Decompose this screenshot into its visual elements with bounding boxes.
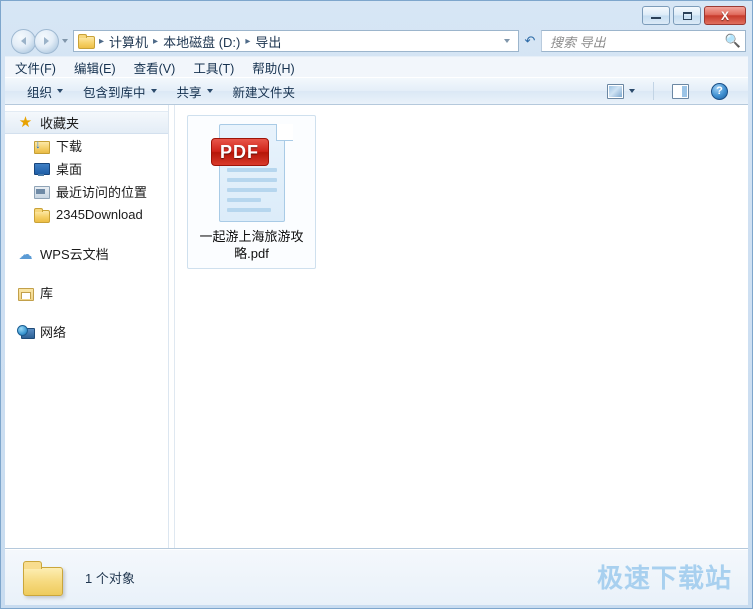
refresh-icon: ↶: [524, 33, 536, 48]
recent-places-icon: [33, 184, 50, 200]
folder-icon: [78, 34, 95, 49]
share-button[interactable]: 共享: [167, 79, 223, 104]
maximize-icon: [682, 11, 692, 20]
breadcrumb-current-folder[interactable]: 导出: [253, 32, 283, 51]
toolbar-divider: [653, 82, 654, 100]
sidebar-item-label: 桌面: [56, 162, 83, 177]
downloads-folder-icon: [33, 137, 50, 154]
back-button[interactable]: [11, 28, 36, 54]
close-icon: X: [720, 8, 729, 23]
cloud-icon: ☁: [18, 245, 33, 262]
toolbar-right-group: ?: [597, 80, 742, 103]
refresh-button[interactable]: ↶: [519, 30, 541, 52]
window-body: ★ 收藏夹 下载 桌面 最近访问的位置 2345Download: [5, 105, 748, 549]
title-bar: X: [5, 5, 748, 26]
sidebar-item-desktop[interactable]: 桌面: [5, 157, 168, 180]
address-dropdown-button[interactable]: [498, 39, 518, 43]
close-button[interactable]: X: [704, 6, 746, 25]
status-bar: 1 个对象 极速下载站: [5, 549, 748, 605]
breadcrumb-separator: ▸: [245, 35, 251, 47]
watermark-label: 极速下载站: [596, 563, 732, 593]
change-view-icon: [607, 83, 624, 99]
sidebar-item-downloads[interactable]: 下载: [5, 134, 168, 157]
search-input[interactable]: 搜索 导出: [550, 32, 606, 51]
file-item[interactable]: PDF 一起游上海旅游攻略.pdf: [187, 115, 316, 269]
sidebar-item-recent-places[interactable]: 最近访问的位置: [5, 180, 168, 203]
breadcrumb-separator: ▸: [153, 35, 159, 47]
breadcrumb-drive[interactable]: 本地磁盘 (D:): [161, 32, 242, 51]
sidebar-item-wps-cloud[interactable]: ☁ WPS云文档: [5, 242, 168, 265]
help-icon: ?: [711, 82, 728, 100]
pdf-badge: PDF: [210, 138, 269, 166]
share-label: 共享: [176, 85, 202, 100]
star-icon: ★: [18, 113, 33, 131]
explorer-window: X ▸ 计算机 ▸ 本地磁盘 (D:) ▸ 导出 ↶ 搜索 导出 🔍 文件(F)…: [0, 0, 753, 609]
breadcrumb-separator: ▸: [99, 35, 105, 47]
sidebar-item-2345download[interactable]: 2345Download: [5, 203, 168, 226]
breadcrumb-computer[interactable]: 计算机: [107, 32, 150, 51]
forward-button[interactable]: [34, 28, 59, 54]
include-in-library-button[interactable]: 包含到库中: [73, 79, 167, 104]
minimize-icon: [651, 17, 661, 19]
page-fold-corner: [275, 124, 293, 141]
chevron-down-icon: [504, 39, 510, 43]
network-icon: [17, 324, 35, 340]
chevron-down-icon: [629, 89, 635, 93]
search-box[interactable]: 搜索 导出 🔍: [541, 30, 746, 52]
folder-icon: [23, 560, 63, 596]
organize-button[interactable]: 组织: [17, 79, 73, 104]
navigation-pane: ★ 收藏夹 下载 桌面 最近访问的位置 2345Download: [5, 105, 168, 548]
command-toolbar: 组织 包含到库中 共享 新建文件夹 ?: [5, 77, 748, 105]
nav-buttons: [11, 28, 70, 54]
sidebar-item-label: 库: [40, 286, 54, 301]
menu-item-edit[interactable]: 编辑(E): [74, 58, 116, 77]
preview-pane-button[interactable]: [662, 81, 699, 102]
menu-item-view[interactable]: 查看(V): [134, 58, 176, 77]
sidebar-item-label: 下载: [56, 139, 83, 154]
menu-bar: 文件(F) 编辑(E) 查看(V) 工具(T) 帮助(H): [5, 56, 748, 77]
recent-pages-button[interactable]: [59, 30, 70, 52]
back-arrow-icon: [21, 37, 26, 45]
chevron-down-icon: [150, 89, 157, 93]
navigation-bar: ▸ 计算机 ▸ 本地磁盘 (D:) ▸ 导出 ↶ 搜索 导出 🔍: [5, 26, 748, 56]
document-text-lines: [226, 168, 277, 218]
pdf-file-icon: PDF: [210, 124, 293, 224]
forward-arrow-icon: [44, 37, 49, 45]
maximize-button[interactable]: [673, 6, 701, 25]
sidebar-item-libraries[interactable]: 库: [5, 281, 168, 304]
sidebar-item-label: 2345Download: [56, 207, 143, 222]
sidebar-item-favorites[interactable]: ★ 收藏夹: [5, 111, 168, 134]
sidebar-item-network[interactable]: 网络: [5, 320, 168, 343]
menu-item-help[interactable]: 帮助(H): [252, 58, 294, 77]
window-controls: X: [642, 6, 746, 25]
sidebar-item-label: 最近访问的位置: [56, 185, 148, 200]
file-name-label: 一起游上海旅游攻略.pdf: [199, 229, 304, 261]
menu-item-tools[interactable]: 工具(T): [193, 58, 234, 77]
sidebar-item-label: 收藏夹: [40, 116, 80, 131]
new-folder-button[interactable]: 新建文件夹: [223, 79, 306, 104]
change-view-button[interactable]: [597, 81, 645, 102]
folder-icon: [33, 207, 50, 223]
preview-pane-icon: [672, 83, 689, 99]
item-count-label: 1 个对象: [85, 571, 135, 586]
desktop-icon: [33, 161, 50, 177]
file-list-pane[interactable]: PDF 一起游上海旅游攻略.pdf: [174, 105, 748, 548]
sidebar-item-label: 网络: [40, 325, 67, 340]
menu-item-file[interactable]: 文件(F): [15, 58, 56, 77]
search-icon: 🔍: [724, 33, 741, 48]
library-icon: [17, 285, 34, 301]
minimize-button[interactable]: [642, 6, 670, 25]
organize-label: 组织: [27, 85, 53, 100]
include-in-library-label: 包含到库中: [83, 85, 146, 100]
chevron-down-icon: [61, 39, 68, 43]
sidebar-item-label: WPS云文档: [40, 247, 109, 262]
chevron-down-icon: [206, 89, 213, 93]
help-button[interactable]: ?: [701, 80, 738, 103]
chevron-down-icon: [57, 89, 64, 93]
address-bar[interactable]: ▸ 计算机 ▸ 本地磁盘 (D:) ▸ 导出: [73, 30, 519, 52]
new-folder-label: 新建文件夹: [232, 85, 296, 100]
